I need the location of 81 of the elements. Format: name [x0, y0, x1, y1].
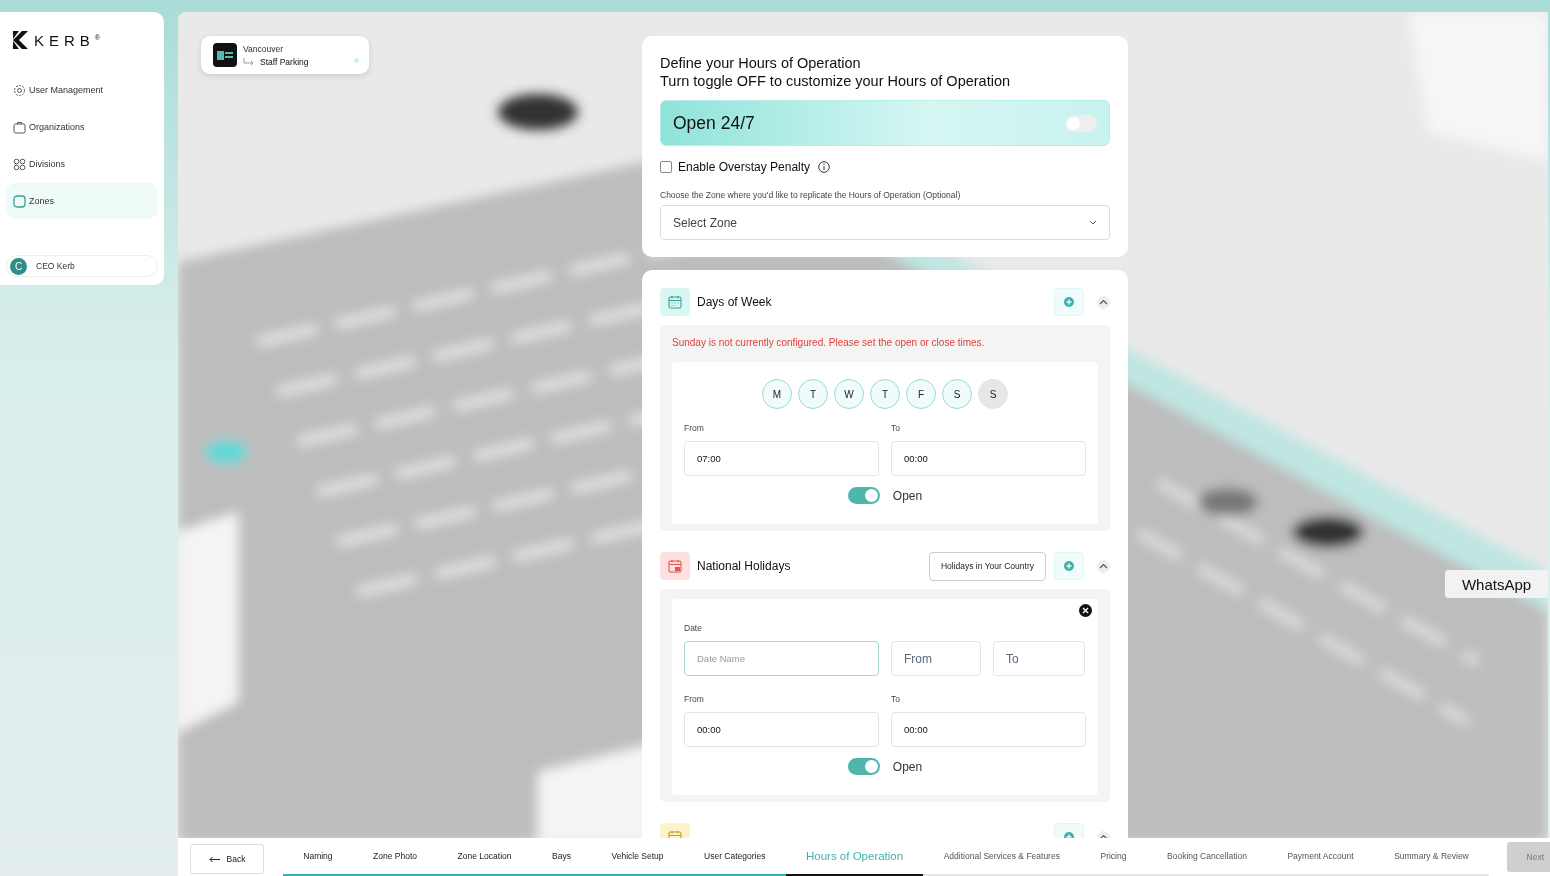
chevron-up-icon: [1099, 563, 1108, 569]
arrow-left-icon: [208, 855, 221, 863]
day-toggle[interactable]: T: [798, 379, 828, 409]
parking-logo-icon: [213, 43, 237, 67]
step-tab[interactable]: Zone Location: [437, 838, 532, 876]
plus-icon: [1064, 561, 1074, 571]
from-time-field[interactable]: 07:00: [684, 441, 879, 476]
calendar-icon: [668, 559, 682, 573]
step-tab[interactable]: Zone Photo: [352, 838, 438, 876]
day-toggle[interactable]: W: [834, 379, 864, 409]
step-tab[interactable]: Booking Cancellation: [1146, 838, 1268, 876]
field-label: From: [684, 694, 705, 704]
date-from-field[interactable]: From: [891, 641, 981, 676]
warning-text: Sunday is not currently configured. Please set the open or close times.: [672, 337, 986, 348]
sidebar-item[interactable]: Organizations: [6, 109, 158, 145]
open-24-7-toggle[interactable]: [1065, 114, 1097, 132]
step-tab[interactable]: Bays: [531, 838, 592, 876]
from-time-field[interactable]: 00:00: [684, 712, 879, 747]
card-title: Turn toggle OFF to customize your Hours of Operation: [660, 72, 1012, 90]
briefcase-icon: [13, 120, 26, 134]
day-toggle[interactable]: S: [978, 379, 1008, 409]
chevron-down-icon: [1089, 220, 1097, 225]
step-tab[interactable]: Additional Services & Features: [923, 838, 1081, 876]
logo-text: KERB$^{®}$: [34, 31, 101, 49]
zone-icon: [13, 194, 26, 208]
section-title: National Holidays: [697, 559, 791, 573]
calendar-icon: [668, 295, 682, 309]
whatsapp-tab[interactable]: WhatsApp: [1445, 570, 1548, 598]
plus-icon: [1064, 297, 1074, 307]
field-label: From: [684, 423, 705, 433]
user-name: CEO Kerb: [36, 261, 75, 271]
holidays-button[interactable]: Holidays in Your Country: [928, 551, 1046, 581]
date-name-field[interactable]: Date Name: [684, 641, 879, 676]
return-arrow-icon: [243, 57, 254, 66]
step-tab[interactable]: Naming: [283, 838, 353, 876]
logo-icon: [12, 30, 29, 50]
open-24-7-label: Open 24/7: [673, 112, 755, 134]
day-toggle[interactable]: F: [906, 379, 936, 409]
zone-select[interactable]: Select Zone: [660, 205, 1110, 240]
to-time-field[interactable]: 00:00: [891, 712, 1086, 747]
open-toggle[interactable]: [847, 758, 880, 775]
sidebar-item[interactable]: Zones: [6, 183, 158, 219]
back-button[interactable]: Back: [190, 844, 264, 874]
open-label: Open: [892, 759, 923, 774]
close-icon: [1079, 604, 1092, 617]
overstay-label: Enable Overstay Penalty: [678, 160, 811, 174]
day-toggle[interactable]: S: [942, 379, 972, 409]
zone-chip[interactable]: Vancouver Staff Parking: [201, 36, 369, 74]
to-time-field[interactable]: 00:00: [891, 441, 1086, 476]
zone-city: Vancouver: [243, 43, 284, 54]
field-label: To: [891, 423, 901, 433]
day-toggle[interactable]: M: [762, 379, 792, 409]
overstay-checkbox[interactable]: [660, 161, 672, 173]
add-button[interactable]: [1054, 552, 1084, 580]
field-label: To: [891, 694, 901, 704]
circles-icon: [13, 157, 26, 171]
step-tab[interactable]: User Categories: [683, 838, 786, 876]
step-tab[interactable]: Summary & Review: [1373, 838, 1490, 876]
chevron-up-icon: [1099, 299, 1108, 305]
date-to-field[interactable]: To: [993, 641, 1085, 676]
step-tab[interactable]: Pricing: [1080, 838, 1147, 876]
info-icon: [818, 161, 831, 173]
collapse-button[interactable]: [1097, 559, 1110, 573]
sidebar-item[interactable]: User Management: [6, 72, 158, 108]
add-button[interactable]: [1054, 288, 1084, 316]
avatar: C: [10, 257, 27, 275]
section-title: Days of Week: [697, 295, 772, 309]
step-tab[interactable]: Vehicle Setup: [591, 838, 684, 876]
collapse-button[interactable]: [1097, 295, 1110, 309]
card-title: Define your Hours of Operation: [660, 54, 862, 72]
gear-icon: [13, 83, 26, 97]
sidebar-item[interactable]: Divisions: [6, 146, 158, 182]
open-toggle[interactable]: [847, 487, 880, 504]
day-toggle[interactable]: T: [870, 379, 900, 409]
zone-name: Staff Parking: [260, 56, 309, 67]
replicate-label: Choose the Zone where you'd like to replicate the Hours of Operation (Optional): [660, 190, 962, 200]
field-label: Date: [684, 623, 703, 633]
step-tab[interactable]: Payment Account: [1267, 838, 1374, 876]
close-button[interactable]: [1079, 604, 1092, 617]
status-dot: [354, 57, 359, 63]
open-label: Open: [892, 488, 923, 503]
